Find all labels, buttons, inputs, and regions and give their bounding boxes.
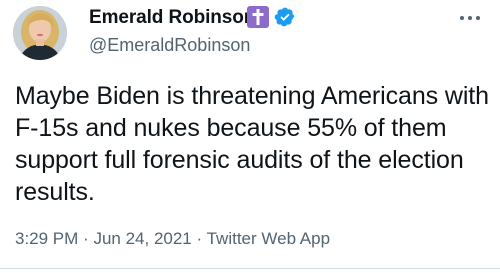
tweet-date[interactable]: Jun 24, 2021 [93,229,191,248]
avatar[interactable] [13,6,67,60]
verified-badge-icon [274,6,296,28]
meta-separator: · [83,229,89,248]
tweet-card: Emerald Robinson @EmeraldRobinson Maybe … [0,0,500,273]
avatar-image [13,6,67,60]
meta-separator: · [196,229,203,248]
tweet-meta: 3:29 PM · Jun 24, 2021 · Twitter Web App [15,229,330,249]
more-options-icon[interactable] [456,8,484,28]
display-name[interactable]: Emerald Robinson [89,7,255,29]
cross-icon [247,6,269,28]
author-handle[interactable]: @EmeraldRobinson [89,35,250,56]
tweet-time[interactable]: 3:29 PM [15,229,78,248]
tweet-source[interactable]: Twitter Web App [207,229,330,248]
tweet-text: Maybe Biden is threatening Americans wit… [15,82,489,206]
divider [0,268,500,269]
